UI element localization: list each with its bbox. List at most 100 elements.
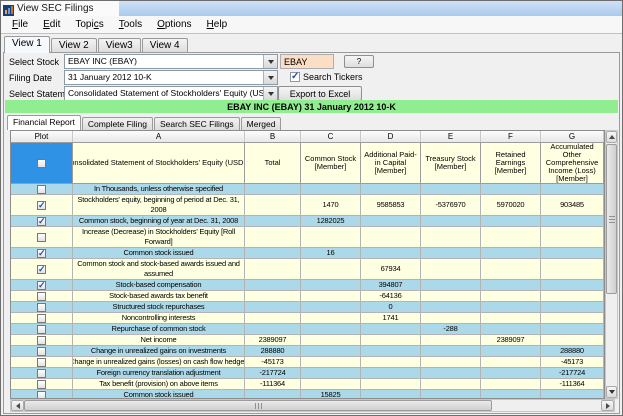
view-tab-1[interactable]: View 1	[4, 36, 50, 53]
apic-value-cell	[361, 227, 421, 248]
plot-checkbox[interactable]	[37, 249, 46, 258]
plot-checkbox[interactable]	[37, 303, 46, 312]
report-tab-strip: Financial ReportComplete FilingSearch SE…	[5, 114, 282, 130]
vertical-scroll-thumb[interactable]	[606, 144, 617, 294]
menu-help[interactable]: Help	[201, 18, 234, 31]
plot-checkbox[interactable]	[37, 336, 46, 345]
plot-checkbox[interactable]	[37, 233, 46, 242]
ticker-input[interactable]: EBAY	[280, 54, 334, 69]
stock-dropdown[interactable]: EBAY INC (EBAY)	[64, 54, 278, 69]
report-tab-merged[interactable]: Merged	[241, 117, 282, 130]
plot-checkbox[interactable]	[37, 265, 46, 274]
retained-value-cell	[481, 259, 541, 280]
app-window: View SEC Filings FileEditTopics ToolsOpti…	[0, 0, 623, 416]
plot-checkbox[interactable]	[37, 347, 46, 356]
retained-value-cell	[481, 302, 541, 313]
table-row: Stock-based compensation394807	[11, 280, 604, 291]
table-row: Change in unrealized gains (losses) on c…	[11, 357, 604, 368]
menu-options[interactable]: Options	[151, 18, 197, 31]
horizontal-scrollbar[interactable]	[10, 399, 615, 412]
view-tab-2[interactable]: View 2	[51, 38, 97, 53]
search-tickers-checkbox[interactable]	[290, 72, 300, 82]
filing-date-dropdown[interactable]: 31 January 2012 10-K	[64, 70, 278, 85]
export-to-excel-button[interactable]: Export to Excel	[278, 86, 362, 101]
table-row: Noncontrolling interests1741	[11, 313, 604, 324]
plot-checkbox[interactable]	[37, 380, 46, 389]
treasury-value-cell	[421, 346, 481, 357]
scroll-right-icon[interactable]	[601, 400, 614, 411]
plot-select-all-checkbox[interactable]	[37, 159, 46, 168]
dropdown-arrow-icon[interactable]	[263, 87, 277, 100]
financial-report-table: PlotABCDEFG Consolidated Statement of St…	[10, 130, 615, 412]
aoci-value-cell: 903485	[541, 195, 604, 216]
plot-checkbox[interactable]	[37, 325, 46, 334]
filing-date-label: Filing Date	[9, 73, 52, 83]
apic-value-cell	[361, 216, 421, 227]
title-bar-fill[interactable]	[119, 1, 622, 16]
retained-value-cell: 2389097	[481, 335, 541, 346]
total-value-cell	[245, 302, 301, 313]
table-row: Increase (Decrease) in Stockholders' Equ…	[11, 227, 604, 248]
menu-edit[interactable]: Edit	[37, 18, 66, 31]
aoci-value-cell	[541, 291, 604, 302]
total-value-cell: 2389097	[245, 335, 301, 346]
filing-banner: EBAY INC (EBAY) 31 January 2012 10-K	[5, 100, 618, 113]
treasury-value-cell	[421, 390, 481, 399]
table-row: Stockholders' equity, beginning of perio…	[11, 195, 604, 216]
help-button[interactable]: ?	[344, 55, 374, 68]
row-label-cell: In Thousands, unless otherwise specified	[73, 184, 245, 195]
menu-topics[interactable]: Topics	[69, 18, 109, 31]
retained-value-cell	[481, 368, 541, 379]
scroll-up-icon[interactable]	[606, 131, 617, 143]
menu-file[interactable]: File	[6, 18, 34, 31]
report-tab-financial-report[interactable]: Financial Report	[7, 115, 81, 130]
search-tickers-label: Search Tickers	[303, 72, 363, 82]
plot-checkbox[interactable]	[37, 369, 46, 378]
plot-checkbox[interactable]	[37, 281, 46, 290]
table-row: Stock-based awards tax benefit-64136	[11, 291, 604, 302]
filing-date-dropdown-value: 31 January 2012 10-K	[65, 71, 263, 84]
plot-checkbox[interactable]	[37, 201, 46, 210]
plot-checkbox[interactable]	[37, 391, 46, 400]
report-tab-complete-filing[interactable]: Complete Filing	[82, 117, 153, 130]
window-title: View SEC Filings	[17, 3, 94, 14]
plot-checkbox[interactable]	[37, 314, 46, 323]
scroll-down-icon[interactable]	[606, 386, 617, 398]
plot-checkbox[interactable]	[37, 185, 46, 194]
plot-cell	[11, 335, 73, 346]
plot-checkbox[interactable]	[37, 358, 46, 367]
common-stock-value-cell: 16	[301, 248, 361, 259]
menu-bar: FileEditTopics ToolsOptions Help	[1, 16, 622, 34]
plot-cell	[11, 216, 73, 227]
apic-value-cell: 0	[361, 302, 421, 313]
horizontal-scroll-thumb[interactable]	[24, 400, 492, 411]
common-stock-value-cell	[301, 335, 361, 346]
dropdown-arrow-icon[interactable]	[263, 71, 277, 84]
common-stock-value-cell	[301, 357, 361, 368]
treasury-value-cell	[421, 302, 481, 313]
view1-panel: Select Stock Filing Date Select Statemen…	[3, 52, 620, 414]
menu-tools[interactable]: Tools	[113, 18, 148, 31]
report-tab-search-sec-filings[interactable]: Search SEC Filings	[154, 117, 240, 130]
retained-value-cell	[481, 313, 541, 324]
view-tab-4[interactable]: View 4	[142, 38, 188, 53]
total-value-cell	[245, 291, 301, 302]
dropdown-arrow-icon[interactable]	[263, 55, 277, 68]
treasury-value-cell	[421, 248, 481, 259]
apic-value-cell: 1741	[361, 313, 421, 324]
aoci-value-cell: -45173	[541, 357, 604, 368]
aoci-value-cell	[541, 390, 604, 399]
plot-cell	[11, 291, 73, 302]
aoci-value-cell	[541, 248, 604, 259]
scroll-left-icon[interactable]	[11, 400, 24, 411]
aoci-header-cell: Accumulated Other Comprehensive Income (…	[541, 143, 604, 184]
column-letter-d: D	[361, 131, 421, 142]
title-bar: View SEC Filings	[1, 1, 622, 16]
row-label-cell: Foreign currency translation adjustment	[73, 368, 245, 379]
statement-dropdown[interactable]: Consolidated Statement of Stockholders' …	[64, 86, 278, 101]
vertical-scrollbar[interactable]	[605, 130, 618, 399]
plot-checkbox[interactable]	[37, 217, 46, 226]
plot-checkbox[interactable]	[37, 292, 46, 301]
view-tab-3[interactable]: View3	[98, 38, 141, 53]
row-label-cell: Common stock issued	[73, 248, 245, 259]
